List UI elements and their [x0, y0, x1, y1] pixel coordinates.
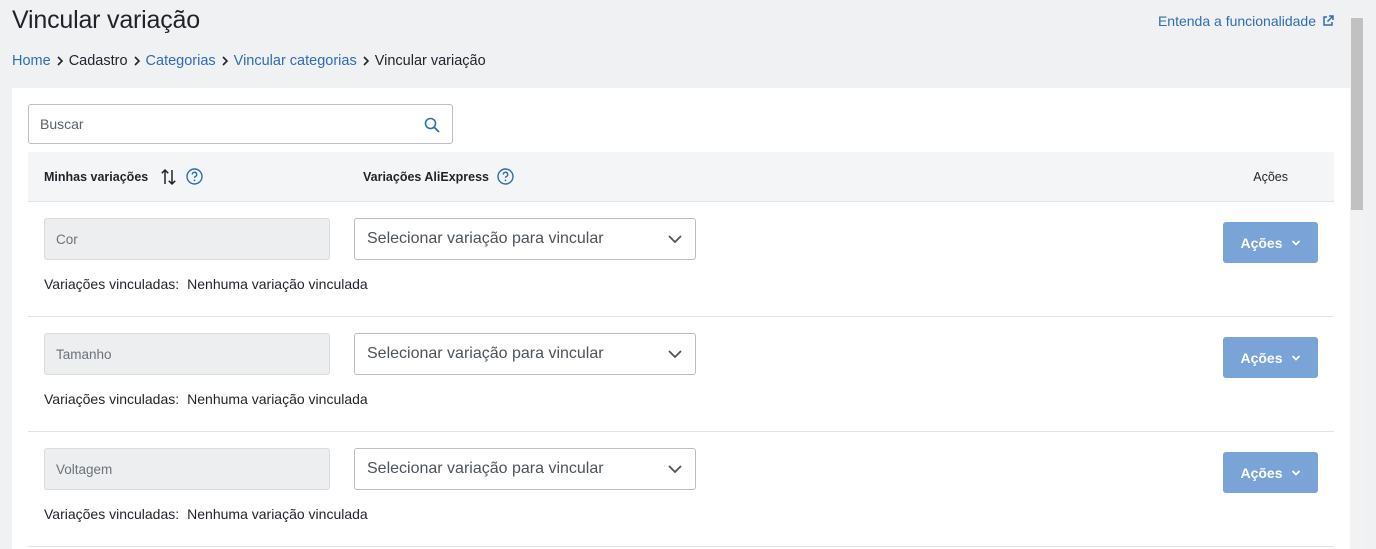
table-row: Tamanho Selecionar variação para vincula… — [28, 317, 1334, 432]
actions-button-label: Ações — [1240, 349, 1283, 366]
header-minhas-variacoes-label: Minhas variações — [44, 169, 149, 184]
external-link-icon — [1322, 15, 1334, 27]
select-placeholder: Selecionar variação para vincular — [367, 230, 604, 247]
chevron-right-icon — [133, 56, 141, 66]
chevron-right-icon — [56, 56, 64, 66]
aliexpress-variation-select[interactable]: Selecionar variação para vincular — [354, 333, 696, 375]
scrollbar-thumb[interactable] — [1351, 18, 1363, 210]
table-row: Cor Selecionar variação para vincular Aç… — [28, 202, 1334, 317]
header-variacoes-aliexpress: Variações AliExpress — [363, 152, 514, 201]
search-box — [28, 104, 453, 144]
aliexpress-variation-select[interactable]: Selecionar variação para vincular — [354, 218, 696, 260]
sort-arrows-icon[interactable] — [160, 168, 178, 186]
header-minhas-variacoes: Minhas variações — [44, 152, 203, 201]
header-acoes: Ações — [1253, 169, 1288, 184]
linked-variations-label: Variações vinculadas: — [44, 276, 180, 292]
variation-field: Tamanho — [44, 333, 330, 375]
breadcrumb-current: Vincular variação — [374, 53, 486, 69]
table-header: Minhas variações Variações AliExpress Aç… — [28, 152, 1334, 202]
linked-variations-label: Variações vinculadas: — [44, 391, 180, 407]
linked-variations-value: Nenhuma variação vinculada — [187, 506, 368, 522]
variation-field: Cor — [44, 218, 330, 260]
variations-card: Minhas variações Variações AliExpress — [12, 88, 1350, 549]
help-circle-icon[interactable] — [186, 168, 203, 185]
page-scrollbar[interactable] — [1350, 18, 1364, 549]
actions-button-label: Ações — [1240, 464, 1283, 481]
page-title: Vincular variação — [12, 6, 200, 34]
search-icon[interactable] — [424, 117, 440, 138]
linked-variations: Variações vinculadas: Nenhuma variação vi… — [44, 276, 368, 292]
breadcrumb-categorias[interactable]: Categorias — [146, 53, 216, 69]
breadcrumb: Home Cadastro Categorias Vincular catego… — [12, 53, 486, 69]
linked-variations-value: Nenhuma variação vinculada — [187, 391, 368, 407]
breadcrumb-vincular-categorias[interactable]: Vincular categorias — [234, 53, 357, 69]
chevron-right-icon — [362, 56, 370, 66]
linked-variations: Variações vinculadas: Nenhuma variação vi… — [44, 391, 368, 407]
chevron-down-icon — [1291, 239, 1301, 247]
linked-variations-value: Nenhuma variação vinculada — [187, 276, 368, 292]
chevron-right-icon — [221, 56, 229, 66]
table-row: Voltagem Selecionar variação para vincul… — [28, 432, 1334, 547]
chevron-down-icon — [667, 347, 683, 366]
variation-field: Voltagem — [44, 448, 330, 490]
breadcrumb-home[interactable]: Home — [12, 53, 51, 69]
select-placeholder: Selecionar variação para vincular — [367, 345, 604, 362]
actions-button[interactable]: Ações — [1223, 337, 1318, 378]
linked-variations-label: Variações vinculadas: — [44, 506, 180, 522]
help-circle-icon[interactable] — [497, 168, 514, 185]
select-placeholder: Selecionar variação para vincular — [367, 460, 604, 477]
linked-variations: Variações vinculadas: Nenhuma variação vi… — [44, 506, 368, 522]
breadcrumb-cadastro: Cadastro — [68, 53, 128, 69]
actions-button[interactable]: Ações — [1223, 222, 1318, 263]
actions-button[interactable]: Ações — [1223, 452, 1318, 493]
chevron-down-icon — [667, 462, 683, 481]
aliexpress-variation-select[interactable]: Selecionar variação para vincular — [354, 448, 696, 490]
search-input[interactable] — [29, 105, 399, 143]
help-link-label: Entenda a funcionalidade — [1157, 13, 1316, 29]
chevron-down-icon — [667, 232, 683, 251]
help-link[interactable]: Entenda a funcionalidade — [1158, 13, 1334, 29]
chevron-down-icon — [1291, 469, 1301, 477]
chevron-down-icon — [1291, 354, 1301, 362]
header-variacoes-aliexpress-label: Variações AliExpress — [363, 169, 490, 184]
actions-button-label: Ações — [1240, 234, 1283, 251]
